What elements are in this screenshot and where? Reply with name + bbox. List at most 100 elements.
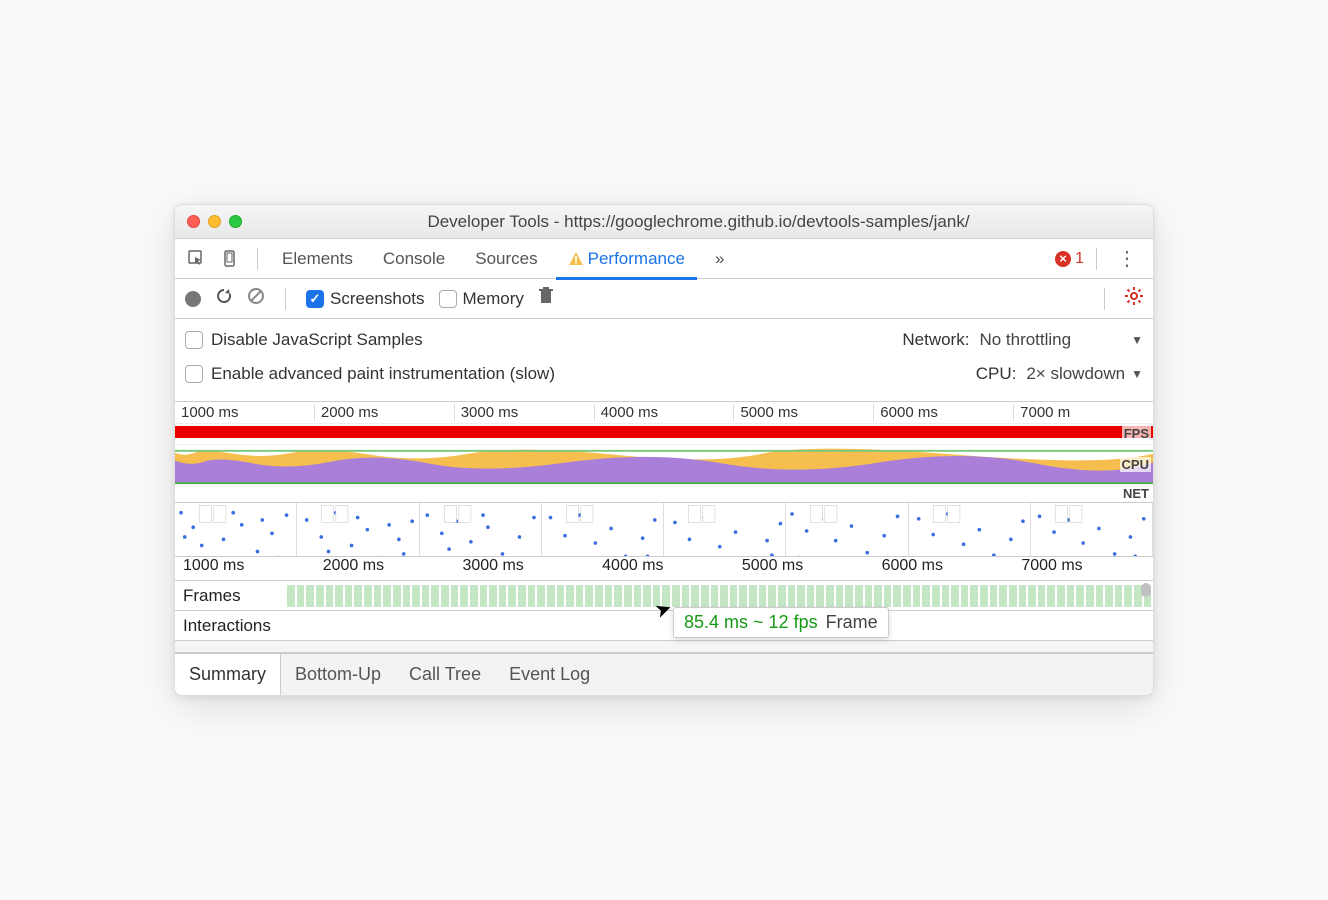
capture-options: Disable JavaScript Samples Network: No t… [175, 319, 1153, 402]
main-tabs-bar: Elements Console Sources Performance » 1… [175, 239, 1153, 279]
fps-lane: FPS [175, 424, 1153, 444]
window-title: Developer Tools - https://googlechrome.g… [256, 212, 1141, 232]
tooltip-kind: Frame [826, 612, 878, 633]
ruler-tick: 6000 ms [873, 404, 1013, 421]
ruler-tick: 4000 ms [594, 557, 734, 580]
checkbox-icon [185, 365, 203, 383]
more-options-icon[interactable]: ⋮ [1109, 246, 1145, 271]
dropdown-icon: ▼ [1131, 367, 1143, 381]
ruler-tick: 3000 ms [454, 404, 594, 421]
screenshot-thumb[interactable] [420, 503, 542, 556]
separator [257, 248, 258, 270]
tab-elements[interactable]: Elements [270, 239, 365, 279]
screenshot-thumb[interactable] [909, 503, 1031, 556]
screenshot-thumb[interactable] [175, 503, 297, 556]
flame-chart-pane[interactable]: 1000 ms 2000 ms 3000 ms 4000 ms 5000 ms … [175, 557, 1153, 653]
trash-icon[interactable] [538, 287, 554, 310]
error-count: 1 [1075, 250, 1084, 268]
screenshot-thumb[interactable] [1031, 503, 1153, 556]
device-toggle-icon[interactable] [217, 245, 245, 273]
frames-track-label: Frames [175, 581, 285, 610]
ruler-tick: 4000 ms [594, 404, 734, 421]
ruler-tick: 2000 ms [315, 557, 455, 580]
tab-call-tree[interactable]: Call Tree [395, 654, 495, 695]
tab-event-log[interactable]: Event Log [495, 654, 604, 695]
scrollbar-thumb[interactable] [1141, 583, 1151, 597]
ruler-tick: 1000 ms [175, 404, 314, 421]
performance-toolbar: Screenshots Memory [175, 279, 1153, 319]
screenshots-label: Screenshots [330, 289, 425, 309]
checkbox-icon [306, 290, 324, 308]
devtools-window: Developer Tools - https://googlechrome.g… [174, 204, 1154, 696]
interactions-track[interactable]: Interactions ➤ 85.4 ms ~ 12 fps Frame [175, 611, 1153, 641]
title-bar: Developer Tools - https://googlechrome.g… [175, 205, 1153, 239]
flame-ruler[interactable]: 1000 ms 2000 ms 3000 ms 4000 ms 5000 ms … [175, 557, 1153, 581]
settings-icon[interactable] [1125, 287, 1143, 310]
ruler-tick: 7000 ms [1013, 557, 1153, 580]
details-tabs: Summary Bottom-Up Call Tree Event Log [175, 653, 1153, 695]
ruler-tick: 6000 ms [874, 557, 1014, 580]
paint-instrumentation-checkbox[interactable]: Enable advanced paint instrumentation (s… [185, 364, 555, 384]
interactions-body: ➤ 85.4 ms ~ 12 fps Frame [285, 611, 1153, 640]
tab-sources[interactable]: Sources [463, 239, 549, 279]
ruler-tick: 5000 ms [733, 404, 873, 421]
cpu-lane: CPU [175, 444, 1153, 484]
tooltip-metric: 85.4 ms ~ 12 fps [684, 612, 818, 633]
frame-tooltip: 85.4 ms ~ 12 fps Frame [673, 607, 889, 638]
ruler-tick: 5000 ms [734, 557, 874, 580]
tab-bottom-up[interactable]: Bottom-Up [281, 654, 395, 695]
cpu-throttle-select[interactable]: 2× slowdown ▼ [1026, 364, 1143, 384]
maximize-window-button[interactable] [229, 215, 242, 228]
ruler-tick: 3000 ms [454, 557, 594, 580]
network-throttle-select[interactable]: No throttling [979, 330, 1071, 350]
tab-summary[interactable]: Summary [175, 654, 281, 695]
screenshot-thumb[interactable] [664, 503, 786, 556]
network-value: No throttling [979, 330, 1071, 350]
reload-icon[interactable] [215, 287, 233, 310]
interactions-track-label: Interactions [175, 611, 285, 640]
checkbox-icon [185, 331, 203, 349]
cpu-lane-label: CPU [1120, 457, 1151, 472]
overview-ruler[interactable]: 1000 ms 2000 ms 3000 ms 4000 ms 5000 ms … [175, 402, 1153, 424]
separator [1096, 248, 1097, 270]
error-count-badge[interactable]: 1 [1055, 250, 1084, 268]
net-lane: NET [175, 484, 1153, 502]
ruler-tick: 2000 ms [314, 404, 454, 421]
error-icon [1055, 251, 1071, 267]
screenshot-thumb[interactable] [297, 503, 419, 556]
fps-lane-label: FPS [1122, 426, 1151, 441]
tabs-overflow-button[interactable]: » [703, 239, 736, 279]
disable-js-samples-checkbox[interactable]: Disable JavaScript Samples [185, 330, 423, 350]
screenshots-strip[interactable] [175, 502, 1153, 557]
warning-icon [568, 251, 584, 267]
paint-instr-label: Enable advanced paint instrumentation (s… [211, 364, 555, 384]
cpu-value: 2× slowdown [1026, 364, 1125, 384]
tab-performance[interactable]: Performance [556, 239, 697, 279]
frames-bars[interactable] [285, 581, 1153, 610]
memory-checkbox[interactable]: Memory [439, 289, 524, 309]
ruler-tick: 7000 m [1013, 404, 1153, 421]
collapsed-track[interactable] [175, 641, 1153, 653]
checkbox-icon [439, 290, 457, 308]
minimize-window-button[interactable] [208, 215, 221, 228]
dropdown-icon[interactable]: ▼ [1131, 333, 1143, 347]
screenshots-checkbox[interactable]: Screenshots [306, 289, 425, 309]
screenshot-thumb[interactable] [542, 503, 664, 556]
overview-pane[interactable]: 1000 ms 2000 ms 3000 ms 4000 ms 5000 ms … [175, 402, 1153, 557]
tab-performance-label: Performance [588, 249, 685, 269]
traffic-lights [187, 215, 242, 228]
record-button[interactable] [185, 291, 201, 307]
close-window-button[interactable] [187, 215, 200, 228]
disable-js-label: Disable JavaScript Samples [211, 330, 423, 350]
net-lane-label: NET [1121, 486, 1151, 501]
inspect-icon[interactable] [183, 245, 211, 273]
ruler-tick: 1000 ms [175, 557, 315, 580]
screenshot-thumb[interactable] [786, 503, 908, 556]
fps-bar [175, 426, 1153, 438]
tab-console[interactable]: Console [371, 239, 457, 279]
network-label: Network: [902, 330, 969, 350]
clear-icon[interactable] [247, 287, 265, 310]
separator [285, 288, 286, 310]
memory-label: Memory [463, 289, 524, 309]
cpu-label: CPU: [976, 364, 1017, 384]
